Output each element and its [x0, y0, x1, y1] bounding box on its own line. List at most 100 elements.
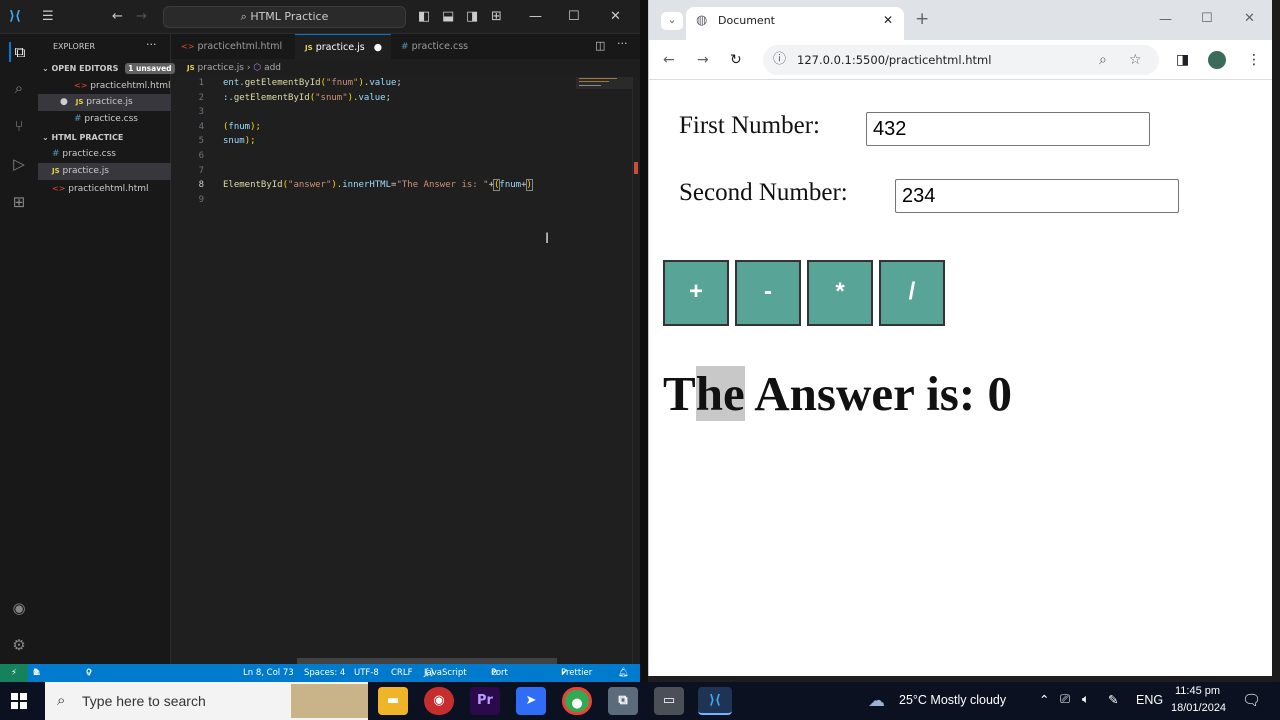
close-window-icon[interactable]: ✕ — [1244, 11, 1255, 27]
unsaved-dot-icon[interactable]: ● — [374, 42, 382, 53]
extensions-icon[interactable]: ⊞ — [9, 192, 29, 212]
formatter-label: Prettier — [561, 668, 593, 678]
second-number-input[interactable]: 234 — [895, 179, 1179, 213]
file-tree-item[interactable]: JS practice.js — [38, 163, 171, 180]
explorer-icon[interactable]: ⧉ — [9, 42, 29, 62]
file-explorer-icon[interactable]: ▬ — [378, 687, 408, 715]
volume-icon[interactable]: 🔈︎ — [1082, 692, 1090, 707]
toggle-sidebar-icon[interactable]: ◧ — [418, 9, 430, 25]
manage-gear-icon[interactable]: ⚙ — [9, 635, 29, 655]
html-file-icon: <> — [74, 81, 88, 90]
taskbar-search[interactable]: ⌕ Type here to search — [45, 682, 368, 720]
remote-indicator[interactable]: ⚡ — [0, 664, 28, 682]
open-editor-item[interactable]: # practice.css — [38, 111, 171, 128]
end-of-line[interactable]: CRLF — [391, 664, 412, 682]
open-editor-item[interactable]: ● JS practice.js — [38, 94, 171, 111]
address-bar[interactable]: ⓘ 127.0.0.1:5500/practicehtml.html ⌕ ☆ — [763, 45, 1159, 75]
breadcrumb-symbol[interactable]: add — [264, 63, 281, 73]
network-icon[interactable]: ⎚ — [1060, 692, 1070, 707]
language-indicator[interactable]: ENG — [1136, 693, 1163, 707]
obs-recorder-icon[interactable]: ◉ — [424, 687, 454, 715]
desktop-edge — [1272, 0, 1280, 682]
site-info-icon[interactable]: ⓘ — [773, 52, 786, 68]
forward-arrow-icon[interactable]: → — [136, 9, 147, 25]
toggle-secondary-sidebar-icon[interactable]: ◨ — [466, 9, 478, 25]
back-icon[interactable]: ← — [663, 52, 675, 68]
maximize-icon[interactable]: ☐ — [1201, 11, 1213, 27]
indentation[interactable]: Spaces: 4 — [304, 664, 345, 682]
menu-kebab-icon[interactable]: ⋮ — [1247, 52, 1261, 68]
notification-center-icon[interactable]: 🗨︎ — [1242, 691, 1261, 709]
window-title: HTML Practice — [250, 10, 329, 23]
maximize-icon[interactable]: ☐ — [568, 9, 580, 25]
run-debug-icon[interactable]: ▷ — [9, 154, 29, 174]
breadcrumb-file[interactable]: practice.js — [198, 63, 244, 73]
new-tab-icon[interactable]: + — [915, 11, 929, 28]
back-arrow-icon[interactable]: ← — [112, 9, 123, 25]
folder-header[interactable]: ⌄ HTML PRACTICE — [38, 129, 171, 146]
globe-icon: ◍ — [696, 13, 708, 28]
first-number-input[interactable]: 432 — [866, 112, 1150, 146]
windows-start-icon[interactable] — [11, 693, 27, 709]
minimize-icon[interactable]: — — [529, 9, 542, 25]
status-bar: ⚡ ⊗ 1 ⚠ 0 ⚲ 0 Ln 8, Col 73 Spaces: 4 UTF… — [0, 664, 640, 714]
file-tree-item[interactable]: <> practicehtml.html — [38, 180, 171, 197]
code-token: snum — [223, 136, 245, 146]
first-number-label: First Number: — [679, 112, 820, 139]
toggle-panel-icon[interactable]: ⬓ — [442, 9, 454, 25]
tab-practicehtml[interactable]: <> practicehtml.html — [171, 34, 295, 59]
encoding[interactable]: UTF-8 — [354, 664, 379, 682]
code-token: innerHTML — [342, 180, 392, 190]
reload-icon[interactable]: ↻ — [730, 52, 742, 68]
forward-icon[interactable]: → — [697, 52, 709, 68]
html-file-icon: <> — [181, 42, 195, 51]
divide-button[interactable]: / — [879, 260, 945, 326]
side-panel-icon[interactable]: ◨ — [1176, 52, 1189, 68]
minimap[interactable] — [576, 77, 632, 664]
network-app-icon[interactable]: ⧉ — [608, 687, 638, 715]
search-view-icon[interactable]: ⌕ — [9, 78, 29, 98]
weather-text[interactable]: 25°C Mostly cloudy — [899, 693, 1006, 707]
browser-tab[interactable]: ◍ Document ✕ — [686, 7, 904, 40]
clock-date[interactable]: 18/01/2024 — [1171, 702, 1226, 714]
tab-practice-css[interactable]: # practice.css — [391, 34, 487, 59]
tab-practice-js[interactable]: JS practice.js ● — [295, 34, 391, 59]
open-editors-header[interactable]: ⌄ OPEN EDITORS 1 unsaved — [38, 60, 175, 77]
menu-icon[interactable]: ☰ — [42, 9, 54, 25]
weather-cloud-icon[interactable]: ☁ — [868, 691, 885, 711]
command-center[interactable]: ⌕ HTML Practice — [163, 6, 406, 28]
clock-time[interactable]: 11:45 pm — [1175, 685, 1220, 697]
open-editor-item[interactable]: <> practicehtml.html — [38, 77, 171, 94]
tab-title: Document — [718, 14, 775, 27]
code-editor[interactable]: 1 2 3 4 5 6 7 8 9 ent.getElementById("fn… — [171, 77, 640, 664]
more-actions-icon[interactable]: ··· — [146, 38, 157, 51]
add-button[interactable]: + — [663, 260, 729, 326]
minimap-line — [579, 81, 609, 82]
zoom-icon[interactable]: ⌕ — [1099, 52, 1107, 68]
pen-icon[interactable]: ✎ — [1108, 692, 1118, 707]
close-icon[interactable]: ✕ — [610, 9, 621, 25]
split-editor-icon[interactable]: ◫ — [595, 39, 605, 52]
bookmark-star-icon[interactable]: ☆ — [1129, 52, 1142, 68]
source-control-icon[interactable]: ⑂ — [9, 116, 29, 136]
more-actions-icon[interactable]: ··· — [617, 37, 628, 50]
close-tab-icon[interactable]: ✕ — [883, 12, 893, 28]
tab-search-icon[interactable]: ⌄ — [661, 12, 683, 30]
chevron-up-icon[interactable]: ⌃ — [1039, 692, 1049, 707]
vscode-taskbar-icon[interactable]: ⟩⟨ — [698, 687, 732, 715]
notifications-icon[interactable]: 🔔︎ — [618, 664, 629, 682]
terminal-icon[interactable]: ▭ — [654, 687, 684, 715]
vertical-scrollbar[interactable] — [632, 77, 640, 664]
premiere-pro-icon[interactable]: Pr — [470, 687, 500, 715]
multiply-button[interactable]: * — [807, 260, 873, 326]
account-icon[interactable]: ◉ — [9, 598, 29, 618]
subtract-button[interactable]: - — [735, 260, 801, 326]
editor-tabs: <> practicehtml.html JS practice.js ● # … — [171, 34, 640, 59]
cursor-position[interactable]: Ln 8, Col 73 — [243, 664, 294, 682]
file-tree-item[interactable]: # practice.css — [38, 146, 171, 163]
minimize-icon[interactable]: — — [1159, 12, 1172, 28]
navigation-app-icon[interactable]: ➤ — [516, 687, 546, 715]
customize-layout-icon[interactable]: ⊞ — [491, 9, 502, 25]
chrome-icon[interactable]: ● — [562, 687, 592, 715]
profile-avatar[interactable] — [1208, 51, 1226, 69]
